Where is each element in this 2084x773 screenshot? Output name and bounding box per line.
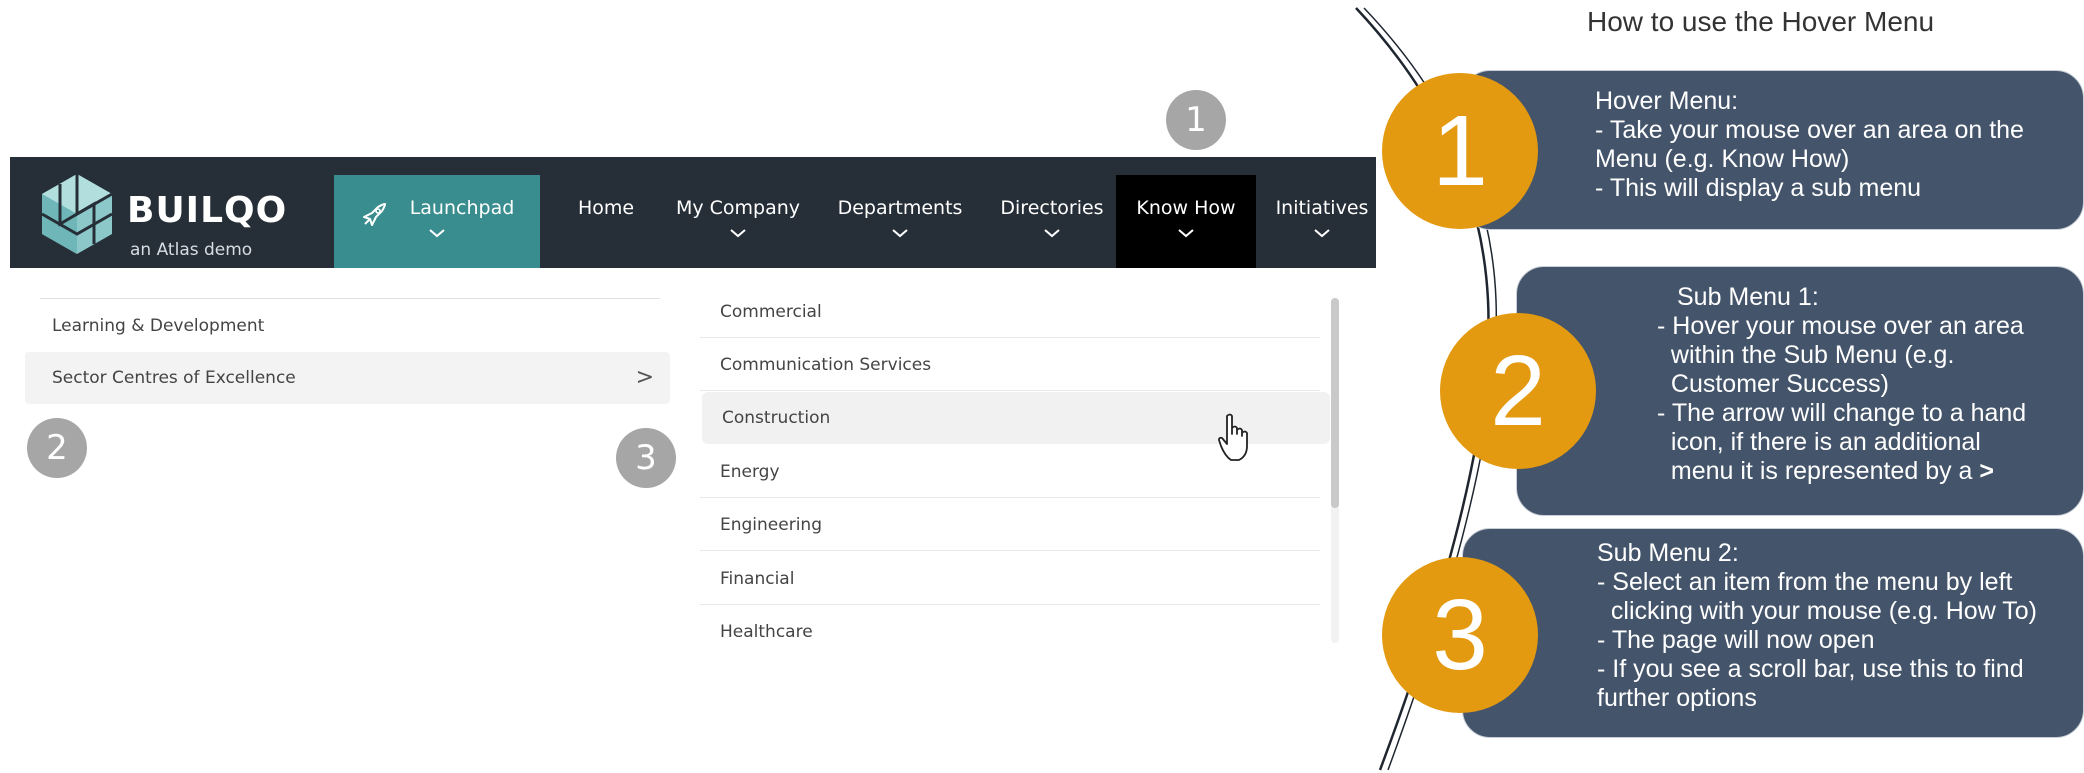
card-line: Sub Menu 1:: [1677, 283, 1819, 311]
submenu1-item[interactable]: Sector Centres of Excellence >: [25, 352, 670, 404]
submenu2-item-label: Construction: [722, 407, 831, 428]
instructions-title: How to use the Hover Menu: [1587, 6, 1935, 37]
cube-logo-icon: [41, 174, 113, 254]
chevron-right-icon: >: [635, 365, 654, 390]
chevron-down-icon: [1044, 229, 1060, 238]
card-line: icon, if there is an additional: [1657, 428, 1981, 456]
card-line: - Hover your mouse over an area: [1657, 312, 2024, 340]
chevron-down-icon: [1178, 229, 1194, 238]
scrollbar[interactable]: [1331, 298, 1339, 643]
nav-departments-label: Departments: [837, 197, 963, 219]
step-number-1: 1: [1382, 73, 1538, 229]
chevron-down-icon: [730, 229, 746, 238]
card-line: - The arrow will change to a hand: [1657, 399, 2027, 427]
submenu1-item-label: Learning & Development: [52, 316, 265, 336]
card-line: further options: [1597, 684, 1757, 712]
nav-directories-label: Directories: [1000, 197, 1104, 219]
instruction-card-3: Sub Menu 2: - Select an item from the me…: [1462, 528, 2084, 738]
submenu2-item[interactable]: Healthcare: [700, 606, 1320, 658]
scrollbar-thumb[interactable]: [1331, 298, 1339, 508]
nav-my-company-label: My Company: [675, 197, 801, 219]
card-line: - Take your mouse over an area on the: [1595, 116, 2024, 144]
top-navbar: BUILQO an Atlas demo Launchpad Home My C…: [10, 157, 1376, 268]
card-line: - This will display a sub menu: [1595, 174, 1922, 202]
submenu2-item-label: Financial: [720, 568, 795, 589]
card-line: clicking with your mouse (e.g. How To): [1597, 597, 2037, 625]
hand-cursor-icon: [1218, 413, 1248, 461]
card-line: within the Sub Menu (e.g.: [1657, 341, 1955, 369]
step-number-3: 3: [1382, 557, 1538, 713]
card-line: menu it is represented by a: [1657, 457, 1973, 485]
submenu-level-1: Learning & Development Sector Centres of…: [10, 268, 670, 648]
chevron-down-icon: [429, 229, 445, 238]
chevron-symbol: >: [1979, 457, 1995, 485]
step-marker-2: 2: [27, 418, 87, 478]
brand-tagline: an Atlas demo: [130, 240, 253, 260]
submenu2-item[interactable]: Commercial: [700, 286, 1320, 338]
submenu2-item-label: Healthcare: [720, 622, 813, 642]
card-line: - The page will now open: [1597, 626, 1875, 654]
card-line: Customer Success): [1657, 370, 1890, 398]
submenu1-item-label: Sector Centres of Excellence: [52, 368, 296, 388]
nav-home-label: Home: [577, 197, 635, 219]
instruction-card-1: Hover Menu: - Take your mouse over an ar…: [1462, 70, 2084, 230]
submenu2-item-label: Engineering: [720, 514, 822, 535]
nav-launchpad-label: Launchpad: [409, 197, 515, 219]
submenu2-item[interactable]: Engineering: [700, 499, 1320, 551]
submenu2-item-label: Communication Services: [720, 354, 932, 375]
step-marker-3: 3: [616, 428, 676, 488]
nav-launchpad[interactable]: Launchpad: [334, 175, 540, 268]
card-line: - Select an item from the menu by left: [1597, 568, 2013, 596]
step-marker-1: 1: [1166, 90, 1226, 150]
chevron-down-icon: [892, 229, 908, 238]
submenu2-item-label: Energy: [720, 461, 780, 482]
brand-logo[interactable]: BUILQO an Atlas demo: [32, 169, 322, 260]
submenu1-item[interactable]: Learning & Development: [25, 300, 670, 352]
card-line-with-symbol: menu it is represented by a >: [1657, 457, 2063, 486]
step-number-2: 2: [1440, 313, 1596, 469]
nav-know-how-label: Know How: [1136, 197, 1236, 219]
divider: [40, 298, 660, 299]
submenu2-item[interactable]: Communication Services: [700, 339, 1320, 391]
nav-departments[interactable]: Departments: [825, 175, 975, 268]
nav-know-how[interactable]: Know How: [1116, 175, 1256, 268]
rocket-icon: [363, 203, 386, 226]
card-line: Hover Menu:: [1595, 87, 1739, 115]
card-line: Menu (e.g. Know How): [1595, 145, 1850, 173]
card-line: Sub Menu 2:: [1597, 539, 1739, 567]
submenu2-item-label: Commercial: [720, 301, 822, 322]
nav-directories[interactable]: Directories: [992, 175, 1112, 268]
chevron-down-icon: [1314, 229, 1330, 238]
nav-my-company[interactable]: My Company: [668, 175, 808, 268]
brand-name: BUILQO: [127, 190, 288, 231]
nav-home[interactable]: Home: [556, 175, 656, 268]
card-line: - If you see a scroll bar, use this to f…: [1597, 655, 2024, 683]
submenu2-item[interactable]: Financial: [700, 553, 1320, 605]
instruction-card-2: Sub Menu 1: - Hover your mouse over an a…: [1516, 266, 2084, 516]
